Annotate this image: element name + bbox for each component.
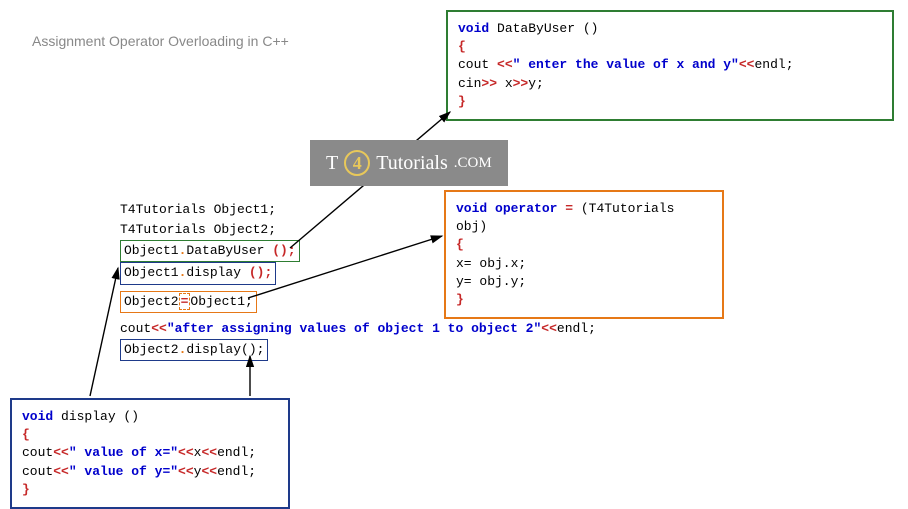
cout: cout (458, 57, 497, 72)
method: display(); (186, 342, 264, 357)
str-after: "after assigning values of object 1 to o… (167, 321, 541, 336)
obj2: Object2 (124, 294, 179, 309)
endl: endl; (217, 445, 256, 460)
op: << (201, 464, 217, 479)
cout: cout (22, 445, 53, 460)
kw-void: void (458, 21, 489, 36)
obj1: Object1 (124, 265, 179, 280)
method: DataByUser (186, 243, 272, 258)
op: << (178, 445, 194, 460)
op: << (53, 445, 69, 460)
x: x (505, 76, 513, 91)
op-ltlt2: << (541, 321, 557, 336)
cout: cout (22, 464, 53, 479)
endl: endl; (557, 321, 596, 336)
semi: ; (786, 57, 794, 72)
brace-close: } (22, 481, 278, 499)
eq: = (181, 294, 189, 309)
parens: (); (249, 265, 272, 280)
str-prompt: " enter the value of x and y" (513, 57, 739, 72)
op-ltlt2: << (739, 57, 755, 72)
call-databyuser-box: Object1.DataByUser (); (120, 240, 300, 262)
op: << (201, 445, 217, 460)
call-display2-box: Object2.display(); (120, 339, 268, 361)
arrow-to-display1 (90, 268, 118, 396)
fn-name: DataByUser () (489, 21, 598, 36)
obj2: Object2 (124, 342, 179, 357)
str-x: " value of x=" (69, 445, 178, 460)
watermark-rest: Tutorials (376, 152, 448, 175)
op-gtgt2: >> (513, 76, 529, 91)
decl-obj2: T4Tutorials Object2; (120, 220, 596, 240)
kw-void: void (22, 409, 53, 424)
parens: (); (272, 243, 295, 258)
data-by-user-box: void DataByUser () { cout <<" enter the … (446, 10, 894, 121)
y: y; (528, 76, 544, 91)
op-ltlt: << (151, 321, 167, 336)
endl: endl (754, 57, 785, 72)
call-display1-box: Object1.display (); (120, 262, 276, 284)
brace-open: { (458, 38, 882, 56)
brace-close: } (458, 93, 882, 111)
watermark: T 4 Tutorials .COM (310, 140, 508, 186)
cin: cin (458, 76, 481, 91)
op-ltlt: << (497, 57, 513, 72)
watermark-circle-icon: 4 (344, 150, 370, 176)
watermark-dot: .COM (454, 155, 492, 172)
display-fn-box: void display () { cout<<" value of x="<<… (10, 398, 290, 509)
watermark-t: T (326, 152, 338, 175)
cout: cout (120, 321, 151, 336)
page-title: Assignment Operator Overloading in C++ (32, 33, 289, 49)
endl: endl; (217, 464, 256, 479)
op: << (178, 464, 194, 479)
op-gtgt: >> (481, 76, 504, 91)
eq-highlight: = (179, 293, 191, 310)
obj1: Object1; (190, 294, 252, 309)
main-code-block: T4Tutorials Object1; T4Tutorials Object2… (120, 200, 596, 361)
str-y: " value of y=" (69, 464, 178, 479)
brace-open: { (22, 426, 278, 444)
decl-obj1: T4Tutorials Object1; (120, 200, 596, 220)
assignment-box: Object2=Object1; (120, 291, 257, 313)
method: display (186, 265, 248, 280)
op: << (53, 464, 69, 479)
obj1: Object1 (124, 243, 179, 258)
fn-name: display () (53, 409, 139, 424)
